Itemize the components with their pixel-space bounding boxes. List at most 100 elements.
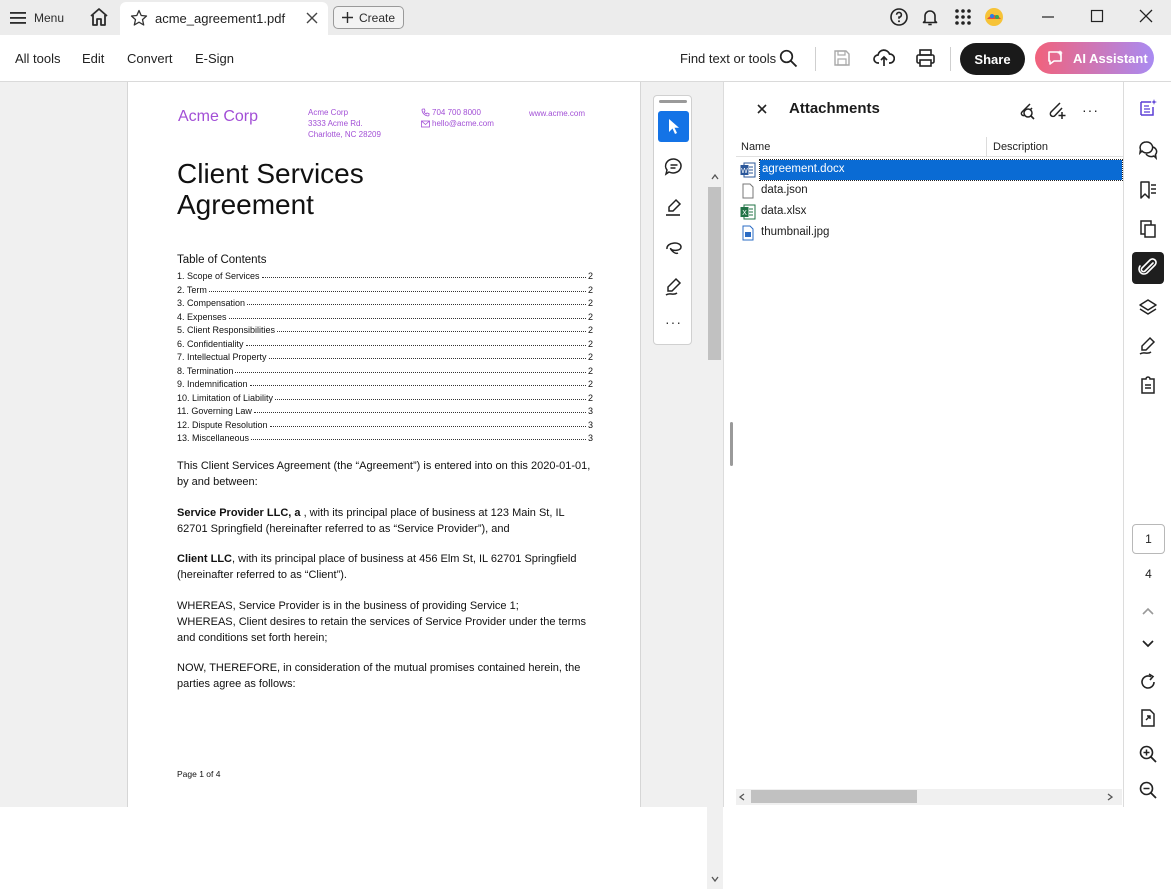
menu-all-tools[interactable]: All tools (15, 51, 61, 66)
share-button[interactable]: Share (960, 43, 1025, 75)
column-name[interactable]: Name (741, 141, 770, 153)
print-icon[interactable] (915, 48, 936, 68)
toc-entry[interactable]: 10. Limitation of Liability 2 (177, 390, 593, 403)
pdf-page[interactable]: Acme Corp Acme Corp 3333 Acme Rd. Charlo… (127, 82, 641, 807)
save-icon[interactable] (833, 49, 851, 67)
ai-assistant-button[interactable]: AI Assistant (1035, 42, 1154, 74)
toc-entry[interactable]: 8. Termination 2 (177, 363, 593, 376)
menu-edit[interactable]: Edit (82, 51, 104, 66)
document-canvas[interactable]: Acme Corp Acme Corp 3333 Acme Rd. Charlo… (0, 82, 723, 889)
minimize-icon[interactable] (1040, 10, 1060, 30)
more-tools-icon[interactable]: ··· (654, 314, 693, 330)
toc-leader-dots (275, 398, 586, 400)
sign-tool-icon[interactable] (658, 271, 689, 302)
add-attachment-icon[interactable] (1047, 100, 1067, 120)
total-pages: 4 (1145, 567, 1152, 581)
select-tool-icon[interactable] (658, 111, 689, 142)
toc-entry[interactable]: 4. Expenses 2 (177, 309, 593, 322)
menu-convert[interactable]: Convert (127, 51, 173, 66)
close-panel-icon[interactable] (757, 104, 767, 114)
toc-entry[interactable]: 3. Compensation 2 (177, 295, 593, 308)
toc-entry-page: 2 (587, 338, 593, 349)
menu-button[interactable]: Menu (10, 7, 64, 29)
tab-close-icon[interactable] (306, 12, 318, 24)
fit-page-icon[interactable] (1132, 702, 1164, 734)
attachments-icon[interactable] (1132, 252, 1164, 284)
column-divider[interactable] (986, 137, 987, 157)
toc-entry[interactable]: 5. Client Responsibilities 2 (177, 322, 593, 335)
toolbar-divider (950, 47, 951, 71)
drag-handle[interactable] (659, 100, 687, 103)
find-text-or-tools[interactable]: Find text or tools (680, 51, 776, 66)
apps-grid-icon[interactable] (953, 7, 973, 27)
current-page-input[interactable]: 1 (1132, 524, 1165, 554)
toc-entry[interactable]: 13. Miscellaneous 3 (177, 430, 593, 443)
toc-entry-label: 10. Limitation of Liability (177, 392, 274, 403)
toc-entry[interactable]: 9. Indemnification 2 (177, 376, 593, 389)
phone-icon (421, 108, 430, 117)
party-name: Service Provider LLC, a (177, 507, 304, 519)
toc-entry-page: 2 (587, 379, 593, 389)
help-icon[interactable] (889, 7, 909, 27)
attachment-row[interactable]: W agreement.docx (736, 159, 1123, 181)
toc-entry[interactable]: 11. Governing Law 3 (177, 403, 593, 416)
more-options-icon[interactable]: ··· (1082, 102, 1099, 118)
address-line: 3333 Acme Rd. (308, 119, 363, 128)
comment-tool-icon[interactable] (658, 151, 689, 182)
panel-resize-handle[interactable] (730, 422, 733, 466)
document-properties-icon[interactable] (1132, 369, 1164, 401)
toc-entry[interactable]: 7. Intellectual Property 2 (177, 349, 593, 362)
home-icon[interactable] (88, 6, 110, 28)
avatar[interactable] (984, 7, 1004, 27)
attachment-row[interactable]: thumbnail.jpg (736, 223, 1122, 244)
ai-summary-icon[interactable] (1132, 92, 1164, 124)
window-close-icon[interactable] (1139, 9, 1159, 29)
toc-entry[interactable]: 2. Term 2 (177, 282, 593, 295)
scrollbar-thumb[interactable] (708, 187, 721, 360)
column-description[interactable]: Description (993, 141, 1048, 153)
toc-entry[interactable]: 1. Scope of Services 2 (177, 268, 593, 281)
zoom-out-icon[interactable] (1132, 774, 1164, 806)
search-icon[interactable] (779, 49, 798, 68)
attachment-row[interactable]: data.json (736, 181, 1122, 202)
zoom-in-icon[interactable] (1132, 738, 1164, 770)
search-attachment-icon[interactable] (1016, 100, 1036, 120)
fill-sign-icon[interactable] (1132, 330, 1164, 362)
previous-page-icon[interactable] (1132, 595, 1164, 627)
scroll-up-arrow-icon[interactable] (711, 174, 719, 180)
layers-icon[interactable] (1132, 292, 1164, 324)
bookmarks-icon[interactable] (1132, 174, 1164, 206)
toc-leader-dots (228, 317, 586, 319)
company-email: hello@acme.com (432, 119, 494, 128)
toc-entry[interactable]: 6. Confidentiality 2 (177, 336, 593, 349)
create-button[interactable]: Create (333, 6, 404, 29)
toc-entry[interactable]: 12. Dispute Resolution 3 (177, 417, 593, 430)
toc-entry-label: 4. Expenses (177, 311, 227, 322)
document-tab[interactable]: acme_agreement1.pdf (120, 2, 328, 35)
pages-icon[interactable] (1132, 213, 1164, 245)
maximize-icon[interactable] (1090, 9, 1110, 29)
comments-icon[interactable] (1132, 134, 1164, 166)
menu-e-sign[interactable]: E-Sign (195, 51, 234, 66)
vertical-scrollbar[interactable] (707, 164, 723, 889)
title-line: Client Services (177, 158, 364, 189)
attachment-row[interactable]: X data.xlsx (736, 202, 1122, 223)
draw-tool-icon[interactable] (658, 231, 689, 262)
star-icon[interactable] (130, 9, 148, 27)
horizontal-scrollbar[interactable] (736, 789, 1122, 805)
bell-icon[interactable] (920, 7, 940, 27)
scroll-left-arrow-icon[interactable] (739, 793, 745, 801)
main-toolbar: All tools Edit Convert E-Sign Find text … (0, 35, 1171, 82)
address-line: Acme Corp (308, 108, 349, 117)
next-page-icon[interactable] (1132, 628, 1164, 660)
address-line: Charlotte, NC 28209 (308, 130, 381, 139)
scroll-right-arrow-icon[interactable] (1107, 793, 1113, 801)
toc-entry-page: 2 (587, 325, 593, 335)
scrollbar-thumb[interactable] (751, 790, 917, 803)
toc-entry-label: 6. Confidentiality (177, 338, 244, 349)
rotate-icon[interactable] (1132, 666, 1164, 698)
highlight-tool-icon[interactable] (658, 191, 689, 222)
cloud-upload-icon[interactable] (873, 48, 895, 68)
scroll-down-arrow-icon[interactable] (711, 876, 719, 882)
attachment-name: data.xlsx (761, 205, 807, 217)
